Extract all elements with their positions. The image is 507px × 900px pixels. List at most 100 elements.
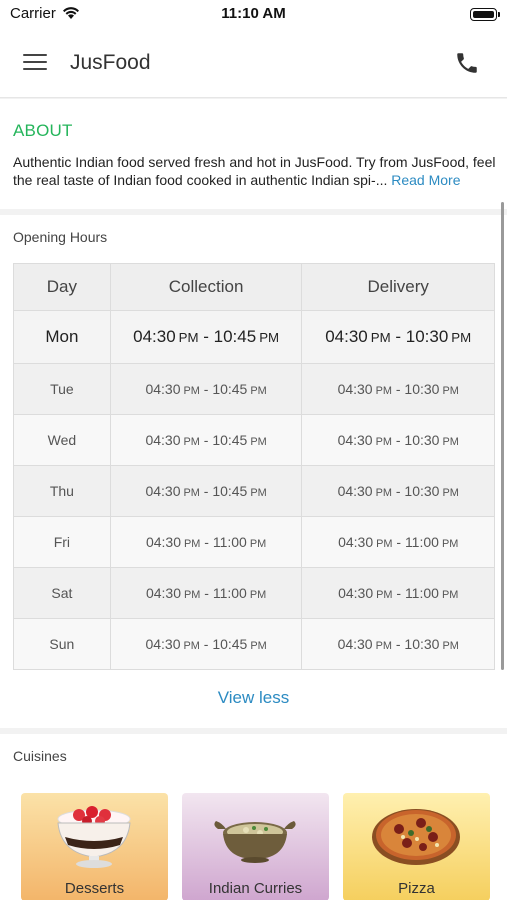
delivery-hours-cell: 04:30 PM - 10:30 PM (301, 465, 495, 517)
collection-hours-cell: 04:30 PM - 10:45 PM (109, 414, 303, 466)
delivery-hours-cell: 04:30 PM - 10:30 PM (301, 363, 495, 415)
delivery-to: 11:00 (404, 585, 439, 601)
collection-to-ampm: PM (249, 538, 267, 550)
table-row: Wed 04:30 PM - 10:45 PM 04:30 PM - 10:30 PM (13, 414, 495, 466)
delivery-to: 10:30 (404, 381, 440, 397)
collection-hours-cell: 04:30 PM - 10:45 PM (109, 363, 303, 415)
collection-hours-cell: 04:30 PM - 11:00 PM (109, 567, 303, 619)
read-more-link[interactable]: Read More (391, 172, 460, 188)
delivery-hours-cell: 04:30 PM - 11:00 PM (301, 567, 495, 619)
collection-from-ampm: PM (183, 487, 200, 499)
delivery-to-ampm: PM (441, 538, 459, 550)
delivery-from-ampm: PM (376, 589, 393, 601)
battery-icon (470, 8, 500, 21)
delivery-from-ampm: PM (375, 385, 392, 397)
collection-from-ampm: PM (183, 385, 200, 397)
delivery-from-ampm: PM (375, 436, 392, 448)
delivery-to-ampm: PM (442, 385, 459, 397)
collection-from: 04:30 (145, 381, 181, 397)
table-row: Tue 04:30 PM - 10:45 PM 04:30 PM - 10:30 PM (13, 363, 495, 415)
collection-hours-cell: 04:30 PM - 10:45 PM (109, 618, 303, 670)
delivery-to-ampm: PM (441, 589, 459, 601)
table-row: Thu 04:30 PM - 10:45 PM 04:30 PM - 10:30 PM (13, 465, 495, 517)
cuisines-heading: Cuisines (13, 748, 67, 764)
collection-to: 10:45 (213, 327, 257, 346)
opening-hours-section: Opening Hours Day Collection Delivery Mo… (0, 215, 507, 728)
collection-hours-cell: 04:30 PM - 10:45 PM (109, 310, 303, 364)
collection-from: 04:30 (145, 534, 182, 550)
delivery-to: 10:30 (404, 432, 440, 448)
delivery-hours-cell: 04:30 PM - 10:30 PM (301, 310, 495, 364)
nav-title: JusFood (70, 51, 151, 74)
dessert-bowl-icon (57, 806, 131, 868)
column-header-delivery: Delivery (301, 263, 495, 311)
cuisine-card-desserts[interactable]: Desserts (21, 793, 168, 900)
day-cell: Mon (13, 310, 111, 364)
collection-from-ampm: PM (184, 589, 201, 601)
collection-from-ampm: PM (183, 436, 200, 448)
day-cell: Sat (13, 567, 111, 619)
scrollbar[interactable] (501, 202, 504, 670)
cuisine-label: Desserts (64, 880, 125, 897)
main-content[interactable]: ABOUT Authentic Indian food served fresh… (0, 99, 507, 900)
status-time: 11:10 AM (221, 5, 286, 22)
delivery-to-ampm: PM (442, 436, 459, 448)
day-cell: Tue (13, 363, 111, 415)
day-cell: Sun (13, 618, 111, 670)
cuisine-card-pizza[interactable]: Pizza (343, 793, 490, 900)
delivery-from-ampm: PM (375, 640, 392, 652)
table-row: Mon 04:30 PM - 10:45 PM 04:30 PM - 10:30 PM (13, 310, 495, 364)
delivery-to: 10:30 (405, 327, 449, 346)
collection-from: 04:30 (145, 432, 181, 448)
column-header-collection: Collection (109, 263, 303, 311)
day-cell: Thu (13, 465, 111, 517)
delivery-to: 11:00 (404, 534, 439, 550)
day-cell: Fri (13, 516, 111, 568)
collection-from-ampm: PM (178, 330, 199, 345)
delivery-hours-cell: 04:30 PM - 10:30 PM (301, 618, 495, 670)
cuisines-section: Cuisines Desserts Indian Curries Pizza (0, 734, 507, 900)
phone-icon[interactable] (454, 50, 480, 76)
hamburger-menu-icon[interactable] (23, 52, 47, 72)
collection-from-ampm: PM (183, 640, 200, 652)
collection-from: 04:30 (145, 636, 181, 652)
collection-to: 10:45 (212, 636, 248, 652)
delivery-from: 04:30 (337, 636, 373, 652)
collection-to: 11:00 (212, 585, 247, 601)
curry-pot-icon (214, 821, 296, 863)
delivery-from: 04:30 (338, 534, 374, 550)
delivery-from: 04:30 (338, 585, 374, 601)
opening-hours-heading: Opening Hours (13, 229, 108, 245)
delivery-to-ampm: PM (442, 487, 459, 499)
cuisine-label: Indian Curries (208, 880, 303, 897)
cuisine-card-indian-curries[interactable]: Indian Curries (182, 793, 329, 900)
collection-from: 04:30 (145, 585, 182, 601)
collection-to: 11:00 (212, 534, 247, 550)
delivery-from: 04:30 (337, 483, 373, 499)
opening-hours-body: Mon 04:30 PM - 10:45 PM 04:30 PM - 10:30 PM Tue… (13, 310, 495, 670)
column-header-day: Day (13, 263, 111, 311)
table-row: Sun 04:30 PM - 10:45 PM 04:30 PM - 10:30 PM (13, 618, 495, 670)
collection-to: 10:45 (212, 381, 248, 397)
delivery-hours-cell: 04:30 PM - 10:30 PM (301, 414, 495, 466)
delivery-from-ampm: PM (370, 330, 391, 345)
delivery-hours-cell: 04:30 PM - 11:00 PM (301, 516, 495, 568)
collection-to-ampm: PM (250, 385, 267, 397)
about-section: ABOUT Authentic Indian food served fresh… (0, 99, 507, 209)
delivery-from: 04:30 (337, 432, 373, 448)
day-cell: Wed (13, 414, 111, 466)
collection-from-ampm: PM (184, 538, 201, 550)
collection-to: 10:45 (212, 432, 248, 448)
nav-bar: JusFood (0, 30, 507, 98)
collection-hours-cell: 04:30 PM - 10:45 PM (109, 465, 303, 517)
delivery-from: 04:30 (337, 381, 373, 397)
about-text: Authentic Indian food served fresh and h… (13, 153, 498, 189)
pizza-icon (372, 809, 460, 865)
delivery-to-ampm: PM (442, 640, 459, 652)
collection-from: 04:30 (145, 483, 181, 499)
cuisine-label: Pizza (398, 880, 435, 897)
about-heading: ABOUT (13, 121, 73, 140)
delivery-from-ampm: PM (376, 538, 393, 550)
view-less-button[interactable]: View less (0, 688, 507, 708)
opening-hours-table: Day Collection Delivery Mon 04:30 PM - 10:… (13, 263, 495, 670)
